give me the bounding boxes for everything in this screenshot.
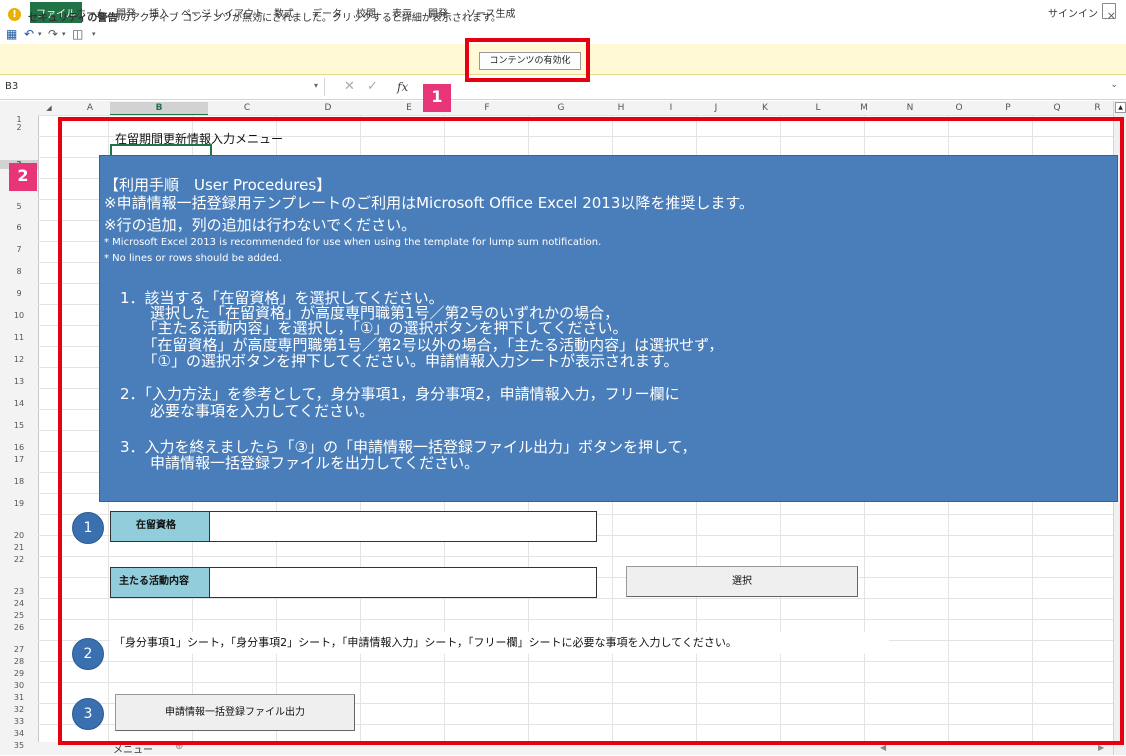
redo-icon[interactable]: ↷	[48, 27, 58, 41]
row-header[interactable]: 32	[0, 705, 38, 714]
row-header[interactable]: 18	[0, 477, 38, 486]
row-header[interactable]: 30	[0, 681, 38, 690]
row-header[interactable]: 33	[0, 717, 38, 726]
row-header[interactable]: 6	[0, 223, 38, 232]
close-security-bar-icon[interactable]: ×	[1107, 9, 1116, 22]
save-icon[interactable]: ▦	[6, 27, 17, 41]
annotation-highlight-enable-content	[465, 38, 590, 82]
row-header[interactable]: 21	[0, 543, 38, 552]
name-box-dropdown-icon[interactable]: ▾	[314, 81, 318, 90]
row-header[interactable]: 34	[0, 729, 38, 738]
column-header-o[interactable]: O	[934, 102, 984, 115]
column-header-f[interactable]: F	[448, 102, 526, 115]
column-header-h[interactable]: H	[596, 102, 646, 115]
row-header[interactable]: 10	[0, 311, 38, 320]
column-header-l[interactable]: L	[794, 102, 842, 115]
undo-dropdown-icon[interactable]: ▾	[38, 30, 42, 38]
row-header[interactable]: 19	[0, 499, 38, 508]
row-header[interactable]: 35	[0, 741, 38, 750]
row-header[interactable]: 17	[0, 455, 38, 464]
cancel-entry-icon[interactable]: ✕	[344, 79, 355, 94]
row-header[interactable]: 14	[0, 399, 38, 408]
row-header[interactable]: 22	[0, 555, 38, 564]
row-header[interactable]: 16	[0, 443, 38, 452]
row-header[interactable]: 15	[0, 421, 38, 430]
row-header[interactable]: 8	[0, 267, 38, 276]
row-headers: 1 2 3 4 5 6 7 8 9 10 11 12 13 14 15 16 1…	[0, 115, 39, 755]
undo-icon[interactable]: ↶	[24, 27, 34, 41]
annotation-marker-2: 2	[9, 163, 37, 191]
row-header[interactable]: 31	[0, 693, 38, 702]
row-header[interactable]: 25	[0, 611, 38, 620]
security-warning-message[interactable]: 一部のアクティブ コンテンツが無効にされました。クリックすると詳細が表示されます…	[100, 9, 501, 24]
name-box-value: B3	[5, 81, 19, 92]
confirm-entry-icon[interactable]: ✓	[367, 79, 378, 94]
row-header[interactable]: 29	[0, 669, 38, 678]
column-header-q[interactable]: Q	[1032, 102, 1082, 115]
column-header-k[interactable]: K	[736, 102, 794, 115]
annotation-marker-1: 1	[423, 84, 451, 112]
warning-icon: !	[8, 8, 21, 21]
expand-formula-bar-icon[interactable]: ⌄	[1110, 80, 1118, 90]
row-header[interactable]: 23	[0, 587, 38, 596]
row-header[interactable]: 24	[0, 599, 38, 608]
name-box[interactable]	[0, 78, 325, 96]
column-header-b[interactable]: B	[110, 102, 208, 116]
column-header-m[interactable]: M	[842, 102, 886, 115]
column-header-g[interactable]: G	[526, 102, 596, 115]
quick-print-icon[interactable]: ◫	[72, 27, 83, 41]
signin-link[interactable]: サインイン	[1048, 5, 1098, 20]
customize-qat-icon[interactable]: ▾	[92, 30, 96, 38]
row-header[interactable]: 13	[0, 377, 38, 386]
column-header-n[interactable]: N	[886, 102, 934, 115]
annotation-highlight-sheet	[58, 117, 1124, 745]
column-header-r[interactable]: R	[1082, 102, 1113, 115]
row-header[interactable]: 7	[0, 245, 38, 254]
row-header[interactable]: 27	[0, 645, 38, 654]
scroll-up-icon[interactable]: ▲	[1115, 102, 1126, 113]
row-header[interactable]: 12	[0, 355, 38, 364]
row-header[interactable]: 2	[0, 123, 38, 132]
redo-dropdown-icon[interactable]: ▾	[62, 30, 66, 38]
column-header-j[interactable]: J	[696, 102, 736, 115]
column-header-a[interactable]: A	[70, 102, 110, 115]
insert-function-icon[interactable]: fx	[397, 80, 408, 94]
row-header[interactable]: 5	[0, 202, 38, 211]
column-header-p[interactable]: P	[984, 102, 1032, 115]
column-header-i[interactable]: I	[646, 102, 696, 115]
row-header[interactable]: 11	[0, 333, 38, 342]
row-header[interactable]: 9	[0, 289, 38, 298]
row-header[interactable]: 28	[0, 657, 38, 666]
select-all-corner[interactable]: ◢	[38, 102, 60, 115]
row-header[interactable]: 20	[0, 531, 38, 540]
row-header[interactable]: 26	[0, 623, 38, 632]
column-header-c[interactable]: C	[208, 102, 286, 115]
column-header-d[interactable]: D	[286, 102, 370, 115]
